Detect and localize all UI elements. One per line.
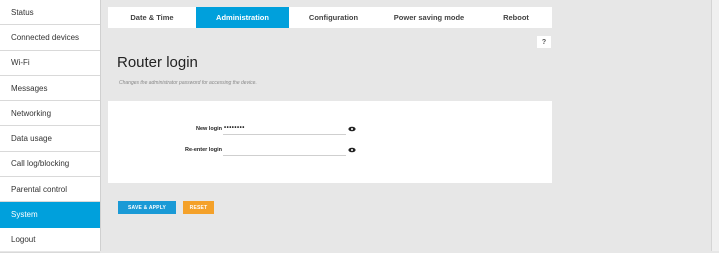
tab-power-saving-mode[interactable]: Power saving mode bbox=[378, 7, 480, 28]
eye-icon[interactable] bbox=[348, 125, 356, 133]
login-form-card: New login •••••••• Re-enter login bbox=[108, 101, 552, 183]
eye-icon[interactable] bbox=[348, 146, 356, 154]
tab-configuration[interactable]: Configuration bbox=[289, 7, 378, 28]
sidebar-item-networking[interactable]: Networking bbox=[0, 101, 100, 127]
sidebar-item-connected-devices[interactable]: Connected devices bbox=[0, 25, 100, 51]
sidebar-item-logout[interactable]: Logout bbox=[0, 228, 100, 253]
help-button[interactable]: ? bbox=[537, 36, 551, 48]
sidebar-item-call-log-blocking[interactable]: Call log/blocking bbox=[0, 152, 100, 178]
main-content: Date & Time Administration Configuration… bbox=[108, 0, 711, 251]
sidebar-item-system[interactable]: System bbox=[0, 202, 100, 228]
sidebar: Status Connected devices Wi-Fi Messages … bbox=[0, 0, 101, 253]
new-login-label: New login bbox=[196, 126, 222, 132]
right-edge-panel bbox=[711, 0, 719, 251]
sidebar-item-wifi[interactable]: Wi-Fi bbox=[0, 51, 100, 76]
sidebar-item-data-usage[interactable]: Data usage bbox=[0, 126, 100, 152]
reenter-login-input[interactable] bbox=[223, 144, 346, 156]
tab-bar: Date & Time Administration Configuration… bbox=[108, 7, 552, 28]
tab-date-time[interactable]: Date & Time bbox=[108, 7, 196, 28]
save-apply-button[interactable]: SAVE & APPLY bbox=[118, 201, 176, 214]
sidebar-item-status[interactable]: Status bbox=[0, 0, 100, 26]
tab-reboot[interactable]: Reboot bbox=[480, 7, 552, 28]
reenter-login-label: Re-enter login bbox=[185, 147, 222, 153]
page-description: Changes the administrator password for a… bbox=[119, 80, 257, 86]
new-login-input[interactable]: •••••••• bbox=[223, 123, 346, 135]
reenter-login-row: Re-enter login bbox=[108, 144, 552, 156]
page-title: Router login bbox=[117, 54, 198, 71]
tab-administration[interactable]: Administration bbox=[196, 7, 289, 28]
reset-button[interactable]: RESET bbox=[183, 201, 214, 214]
sidebar-item-parental-control[interactable]: Parental control bbox=[0, 177, 100, 203]
new-login-row: New login •••••••• bbox=[108, 123, 552, 135]
sidebar-item-messages[interactable]: Messages bbox=[0, 76, 100, 102]
